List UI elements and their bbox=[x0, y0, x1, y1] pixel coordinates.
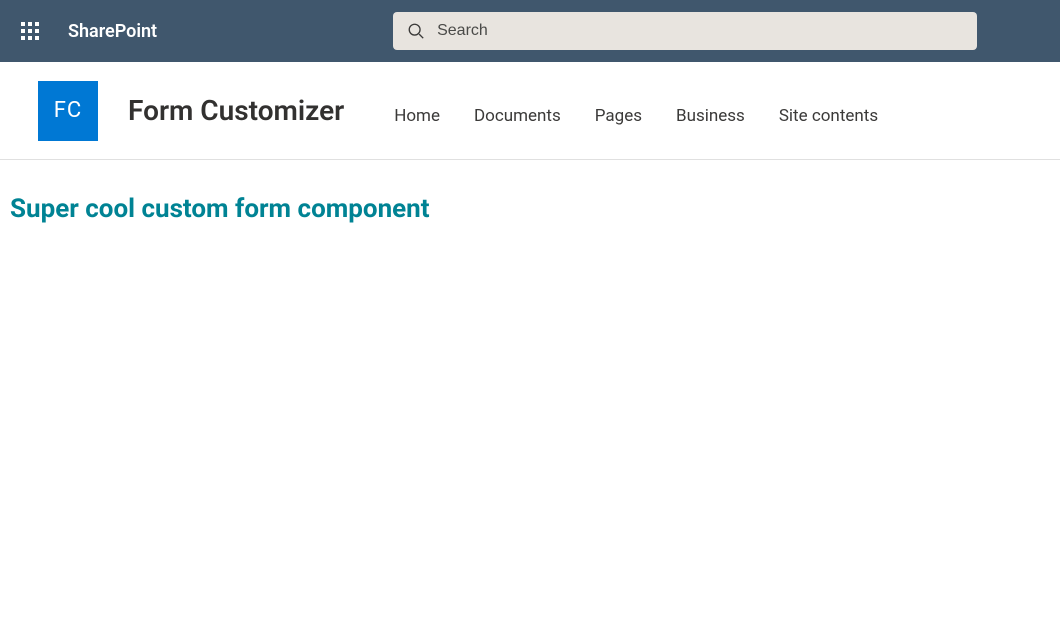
site-logo[interactable]: FC bbox=[38, 81, 98, 141]
search-box[interactable] bbox=[393, 12, 977, 50]
site-header: FC Form Customizer Home Documents Pages … bbox=[0, 62, 1060, 160]
form-heading: Super cool custom form component bbox=[10, 194, 1050, 224]
nav-link-site-contents[interactable]: Site contents bbox=[779, 106, 878, 126]
nav-link-documents[interactable]: Documents bbox=[474, 106, 561, 126]
suite-bar: SharePoint bbox=[0, 0, 1060, 62]
app-launcher-button[interactable] bbox=[10, 11, 50, 51]
nav-link-business[interactable]: Business bbox=[676, 106, 745, 126]
site-title[interactable]: Form Customizer bbox=[128, 94, 344, 127]
nav-link-home[interactable]: Home bbox=[394, 106, 440, 126]
content-area: Super cool custom form component bbox=[0, 160, 1060, 258]
app-name-link[interactable]: SharePoint bbox=[68, 21, 157, 42]
site-nav: Home Documents Pages Business Site conte… bbox=[394, 106, 878, 126]
waffle-icon bbox=[21, 22, 39, 40]
search-icon bbox=[407, 22, 425, 40]
nav-link-pages[interactable]: Pages bbox=[595, 106, 642, 126]
search-input[interactable] bbox=[437, 12, 963, 50]
